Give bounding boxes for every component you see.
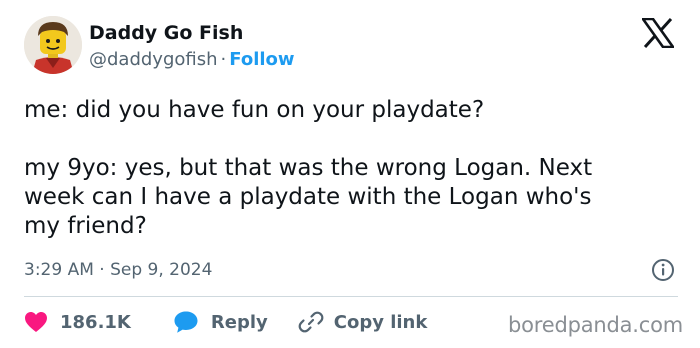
handle-separator: · [220,49,227,70]
link-icon [298,311,324,333]
tweet-line: my 9yo: yes, but that was the wrong Loga… [24,155,593,181]
tweet-actions: 186.1K Reply Copy link [24,306,427,338]
author-handle[interactable]: @daddygofish [89,49,218,70]
lego-minifigure-avatar-icon [24,16,82,74]
watermark: boredpanda.com [508,313,684,337]
divider [24,296,678,297]
author-display-name[interactable]: Daddy Go Fish [89,22,243,44]
reply-label: Reply [210,311,268,333]
tweet-line: me: did you have fun on your playdate? [24,97,485,123]
speech-bubble-icon [174,311,198,333]
author-handle-line: @daddygofish · Follow [89,49,295,70]
tweet-paragraph-gap [24,125,676,154]
like-button[interactable]: 186.1K [24,311,131,333]
copy-link-button[interactable]: Copy link [298,309,428,335]
tweet-timestamp[interactable]: 3:29 AM · Sep 9, 2024 [24,260,212,280]
follow-button[interactable]: Follow [229,49,294,70]
like-count: 186.1K [60,311,131,333]
tweet-text: me: did you have fun on your playdate? m… [24,96,676,241]
reply-button[interactable]: Reply [173,310,268,334]
heart-icon [25,312,47,332]
tweet-line: my friend? [24,213,147,239]
info-icon[interactable] [651,258,675,282]
avatar[interactable] [24,16,82,74]
copy-link-label: Copy link [333,311,428,333]
tweet-line: week can I have a playdate with the Loga… [24,184,592,210]
x-logo-icon[interactable] [640,17,676,49]
